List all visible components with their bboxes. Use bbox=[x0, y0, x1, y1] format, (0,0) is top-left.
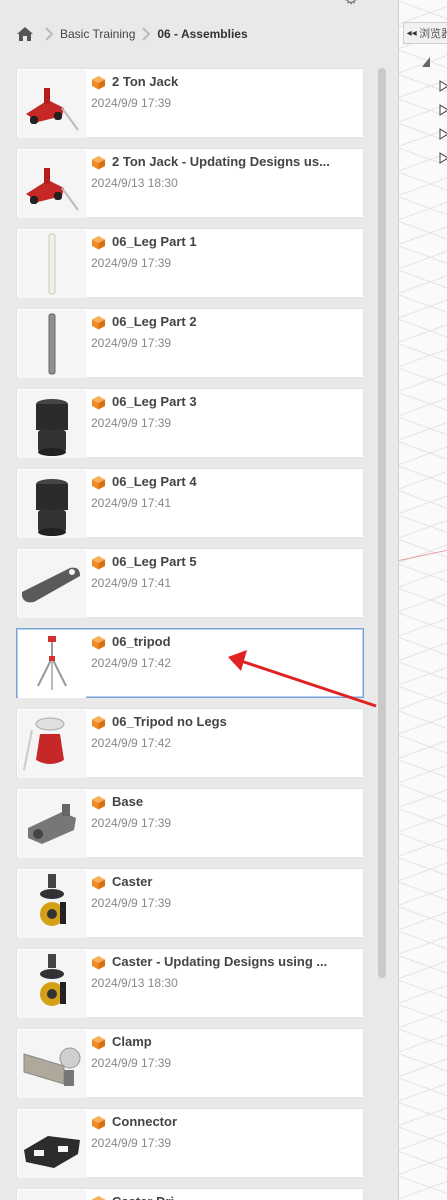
ground-grid bbox=[399, 0, 447, 1200]
double-left-arrow-icon[interactable]: ◂◂ bbox=[404, 28, 419, 39]
design-thumbnail bbox=[18, 710, 86, 778]
file-card[interactable]: 06_tripod 2024/9/9 17:42 bbox=[16, 628, 364, 698]
file-card[interactable]: 06_Leg Part 4 2024/9/9 17:41 bbox=[16, 468, 364, 538]
file-date: 2024/9/9 17:39 bbox=[91, 896, 172, 910]
design-cube-icon bbox=[91, 155, 106, 170]
file-date: 2024/9/9 17:41 bbox=[91, 576, 172, 590]
design-cube-icon bbox=[91, 75, 106, 90]
browser-label: 浏览器 bbox=[419, 28, 447, 40]
gear-icon[interactable]: ⚙ bbox=[343, 0, 359, 8]
file-date: 2024/9/9 17:39 bbox=[91, 816, 172, 830]
design-thumbnail bbox=[18, 550, 86, 618]
design-cube-icon bbox=[91, 555, 106, 570]
file-title: Clamp bbox=[112, 1034, 152, 1049]
design-thumbnail bbox=[18, 390, 86, 458]
file-title: 2 Ton Jack - Updating Designs us... bbox=[112, 154, 330, 169]
design-cube-icon bbox=[91, 875, 106, 890]
file-date: 2024/9/9 17:39 bbox=[91, 96, 172, 110]
file-card[interactable]: 06_Leg Part 3 2024/9/9 17:39 bbox=[16, 388, 364, 458]
design-cube-icon bbox=[91, 1035, 106, 1050]
file-title: 06_Leg Part 4 bbox=[112, 474, 197, 489]
design-thumbnail bbox=[18, 790, 86, 858]
design-cube-icon bbox=[91, 955, 106, 970]
file-card[interactable]: 06_Leg Part 1 2024/9/9 17:39 bbox=[16, 228, 364, 298]
expand-triangle-icon[interactable] bbox=[439, 128, 447, 140]
file-title: Base bbox=[112, 794, 144, 809]
canvas-pane: ◂◂ 浏览器 bbox=[398, 0, 447, 1200]
file-title: Connector bbox=[112, 1114, 177, 1129]
file-title: Caster Dri... bbox=[112, 1194, 357, 1200]
file-date: 2024/9/9 17:39 bbox=[91, 256, 172, 270]
file-title: 06_Leg Part 5 bbox=[112, 554, 197, 569]
design-thumbnail bbox=[18, 230, 86, 298]
chevron-right-icon bbox=[139, 26, 153, 42]
file-card[interactable]: 06_Leg Part 2 2024/9/9 17:39 bbox=[16, 308, 364, 378]
file-card[interactable]: Caster - Updating Designs using ... 2024/… bbox=[16, 948, 364, 1018]
file-title: 06_tripod bbox=[112, 634, 171, 649]
design-thumbnail bbox=[18, 70, 86, 138]
design-thumbnail bbox=[18, 950, 86, 1018]
design-cube-icon bbox=[91, 395, 106, 410]
file-date: 2024/9/9 17:39 bbox=[91, 1136, 172, 1150]
breadcrumb-item-basic-training[interactable]: Basic Training bbox=[60, 27, 135, 41]
scrollbar[interactable] bbox=[378, 68, 386, 978]
file-title: 2 Ton Jack bbox=[112, 74, 179, 89]
chevron-right-icon bbox=[42, 26, 56, 42]
data-panel: ⚙ Basic Training 06 - Assemblies 2 Ton J… bbox=[0, 0, 398, 1200]
expand-triangle-icon[interactable] bbox=[439, 104, 447, 116]
design-thumbnail bbox=[18, 470, 86, 538]
file-card[interactable]: 2 Ton Jack 2024/9/9 17:39 bbox=[16, 68, 364, 138]
home-icon[interactable] bbox=[16, 26, 34, 42]
file-title: 06_Leg Part 2 bbox=[112, 314, 197, 329]
design-thumbnail bbox=[18, 630, 86, 698]
file-card[interactable]: 2 Ton Jack - Updating Designs us... 2024/… bbox=[16, 148, 364, 218]
file-date: 2024/9/9 17:39 bbox=[91, 1056, 172, 1070]
design-cube-icon bbox=[91, 795, 106, 810]
design-cube-icon bbox=[91, 475, 106, 490]
design-cube-icon bbox=[91, 1195, 106, 1200]
file-date: 2024/9/9 17:41 bbox=[91, 496, 172, 510]
expand-triangle-icon[interactable] bbox=[439, 152, 447, 164]
design-cube-icon bbox=[91, 715, 106, 730]
file-card[interactable]: Caster 2024/9/9 17:39 bbox=[16, 868, 364, 938]
file-card[interactable]: Connector 2024/9/9 17:39 bbox=[16, 1108, 364, 1178]
breadcrumb-item-current: 06 - Assemblies bbox=[157, 27, 248, 41]
file-title: 06_Leg Part 1 bbox=[112, 234, 197, 249]
browser-header: ◂◂ 浏览器 bbox=[403, 22, 447, 44]
file-title: 06_Tripod no Legs bbox=[112, 714, 227, 729]
design-thumbnail bbox=[18, 1190, 86, 1200]
file-card[interactable]: Base 2024/9/9 17:39 bbox=[16, 788, 364, 858]
file-date: 2024/9/9 17:42 bbox=[91, 736, 172, 750]
breadcrumb: Basic Training 06 - Assemblies bbox=[16, 24, 248, 44]
file-title: 06_Leg Part 3 bbox=[112, 394, 197, 409]
design-cube-icon bbox=[91, 235, 106, 250]
expand-triangle-icon[interactable] bbox=[439, 80, 447, 92]
file-card[interactable]: Clamp 2024/9/9 17:39 bbox=[16, 1028, 364, 1098]
design-thumbnail bbox=[18, 150, 86, 218]
file-date: 2024/9/13 18:30 bbox=[91, 176, 178, 190]
file-date: 2024/9/9 17:39 bbox=[91, 416, 172, 430]
file-card[interactable]: 06_Leg Part 5 2024/9/9 17:41 bbox=[16, 548, 364, 618]
file-date: 2024/9/13 18:30 bbox=[91, 976, 178, 990]
file-card[interactable]: 06_Tripod no Legs 2024/9/9 17:42 bbox=[16, 708, 364, 778]
design-thumbnail bbox=[18, 1110, 86, 1178]
design-cube-icon bbox=[91, 1115, 106, 1130]
file-date: 2024/9/9 17:39 bbox=[91, 336, 172, 350]
file-title: Caster - Updating Designs using ... bbox=[112, 954, 328, 969]
file-title: Caster bbox=[112, 874, 153, 889]
design-cube-icon bbox=[91, 635, 106, 650]
design-thumbnail bbox=[18, 870, 86, 938]
design-thumbnail bbox=[18, 1030, 86, 1098]
file-date: 2024/9/9 17:42 bbox=[91, 656, 172, 670]
design-thumbnail bbox=[18, 310, 86, 378]
collapse-triangle-icon[interactable] bbox=[421, 56, 431, 68]
file-card[interactable]: Caster Dri... bbox=[16, 1188, 364, 1200]
design-cube-icon bbox=[91, 315, 106, 330]
